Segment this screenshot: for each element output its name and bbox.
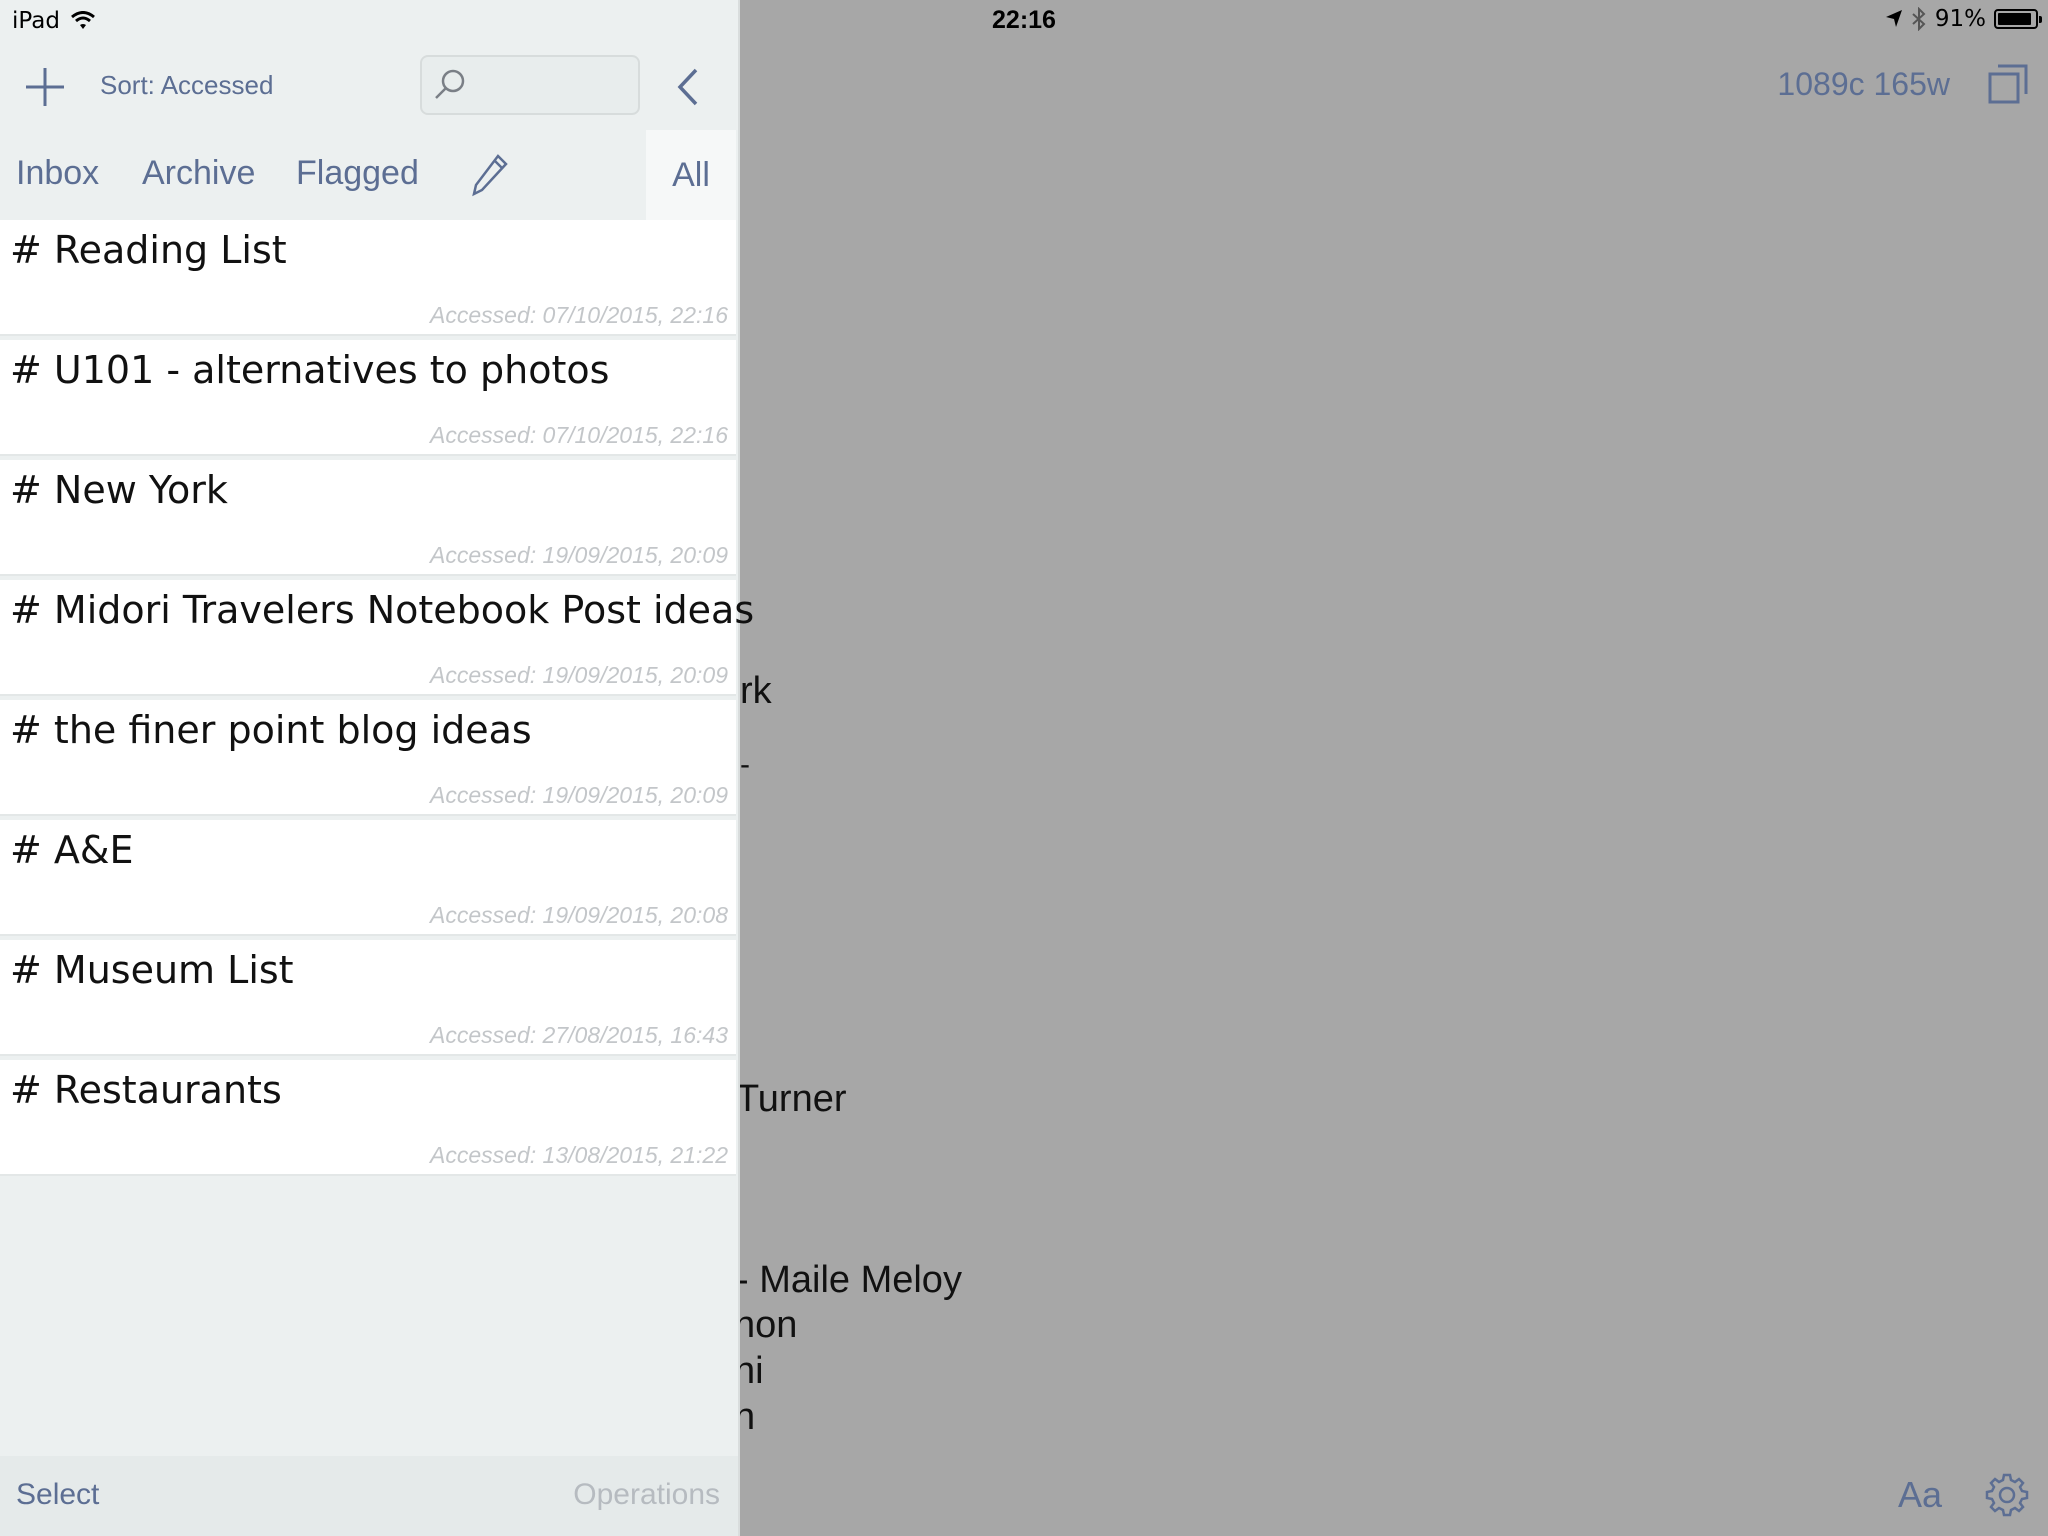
status-right: 91% bbox=[1885, 6, 2042, 32]
list-item[interactable]: # Midori Travelers Notebook Post ideas A… bbox=[0, 580, 754, 696]
chevron-left-icon[interactable] bbox=[668, 64, 708, 110]
note-title: # New York bbox=[10, 468, 228, 512]
note-title: # Restaurants bbox=[10, 1068, 282, 1112]
search-field[interactable] bbox=[420, 55, 640, 115]
device-name: iPad bbox=[12, 8, 60, 34]
tab-archive[interactable]: Archive bbox=[142, 154, 255, 193]
select-button[interactable]: Select bbox=[16, 1478, 99, 1512]
note-list: # Reading List Accessed: 07/10/2015, 22:… bbox=[0, 220, 754, 1180]
search-icon bbox=[435, 69, 465, 99]
note-accessed-date: Accessed: 27/08/2015, 16:43 bbox=[430, 1022, 728, 1048]
note-title: # Museum List bbox=[10, 948, 294, 992]
note-accessed-date: Accessed: 19/09/2015, 20:08 bbox=[430, 902, 728, 928]
note-title: # U101 - alternatives to photos bbox=[10, 348, 610, 392]
pencil-icon[interactable] bbox=[470, 152, 510, 198]
location-icon bbox=[1885, 10, 1902, 27]
note-accessed-date: Accessed: 19/09/2015, 20:09 bbox=[430, 542, 728, 568]
tab-inbox[interactable]: Inbox bbox=[16, 154, 99, 193]
operations-button[interactable]: Operations bbox=[573, 1478, 720, 1512]
status-left: iPad bbox=[12, 8, 96, 34]
font-settings-button[interactable]: Aa bbox=[1898, 1474, 1942, 1516]
sidebar-bottom-bar: Select Operations bbox=[0, 1456, 738, 1536]
list-item[interactable]: # A&E Accessed: 19/09/2015, 20:08 bbox=[0, 820, 736, 936]
wifi-icon bbox=[70, 11, 95, 29]
note-accessed-date: Accessed: 07/10/2015, 22:16 bbox=[430, 302, 728, 328]
search-input[interactable] bbox=[480, 57, 630, 113]
editor-text-line[interactable]: - bbox=[740, 748, 750, 782]
list-item[interactable]: # New York Accessed: 19/09/2015, 20:09 bbox=[0, 460, 736, 576]
note-accessed-date: Accessed: 19/09/2015, 20:09 bbox=[430, 782, 728, 808]
sidebar-toolbar: Sort: Accessed bbox=[0, 48, 740, 128]
list-item[interactable]: # the finer point blog ideas Accessed: 1… bbox=[0, 700, 736, 816]
list-item[interactable]: # Museum List Accessed: 27/08/2015, 16:4… bbox=[0, 940, 736, 1056]
battery-fill bbox=[1998, 13, 2031, 25]
plus-icon[interactable] bbox=[22, 64, 68, 110]
battery-percent: 91% bbox=[1934, 6, 1986, 32]
tab-flagged[interactable]: Flagged bbox=[296, 154, 419, 193]
editor-text-line[interactable]: non bbox=[734, 1304, 797, 1347]
gear-icon[interactable] bbox=[1984, 1472, 2030, 1518]
note-title: # the finer point blog ideas bbox=[10, 708, 532, 752]
notes-sidebar: iPad Sort: Accessed Inbox Archive Flagge… bbox=[0, 0, 754, 1536]
list-item[interactable]: # Restaurants Accessed: 13/08/2015, 21:2… bbox=[0, 1060, 736, 1176]
note-accessed-date: Accessed: 07/10/2015, 22:16 bbox=[430, 422, 728, 448]
note-title: # Reading List bbox=[10, 228, 287, 272]
editor-text-line[interactable]: Turner bbox=[736, 1078, 847, 1121]
editor-text-line[interactable]: - Maile Meloy bbox=[736, 1259, 962, 1302]
expand-icon[interactable] bbox=[1988, 64, 2028, 104]
list-item[interactable]: # U101 - alternatives to photos Accessed… bbox=[0, 340, 736, 456]
editor-pane[interactable]: 1089c 165w rk - Turner - Maile Meloy non… bbox=[734, 0, 2048, 1536]
word-count[interactable]: 1089c 165w bbox=[1777, 66, 1950, 103]
note-accessed-date: Accessed: 13/08/2015, 21:22 bbox=[430, 1142, 728, 1168]
editor-text-line[interactable]: rk bbox=[740, 670, 772, 713]
tab-all[interactable]: All bbox=[646, 130, 736, 220]
filter-tabs: Inbox Archive Flagged All bbox=[0, 130, 736, 220]
note-accessed-date: Accessed: 19/09/2015, 20:09 bbox=[430, 662, 728, 688]
bluetooth-icon bbox=[1912, 7, 1926, 31]
note-title: # Midori Travelers Notebook Post ideas bbox=[10, 588, 755, 632]
battery-icon bbox=[1994, 9, 2042, 29]
note-title: # A&E bbox=[10, 828, 134, 872]
list-item[interactable]: # Reading List Accessed: 07/10/2015, 22:… bbox=[0, 220, 736, 336]
sort-button[interactable]: Sort: Accessed bbox=[100, 70, 273, 101]
